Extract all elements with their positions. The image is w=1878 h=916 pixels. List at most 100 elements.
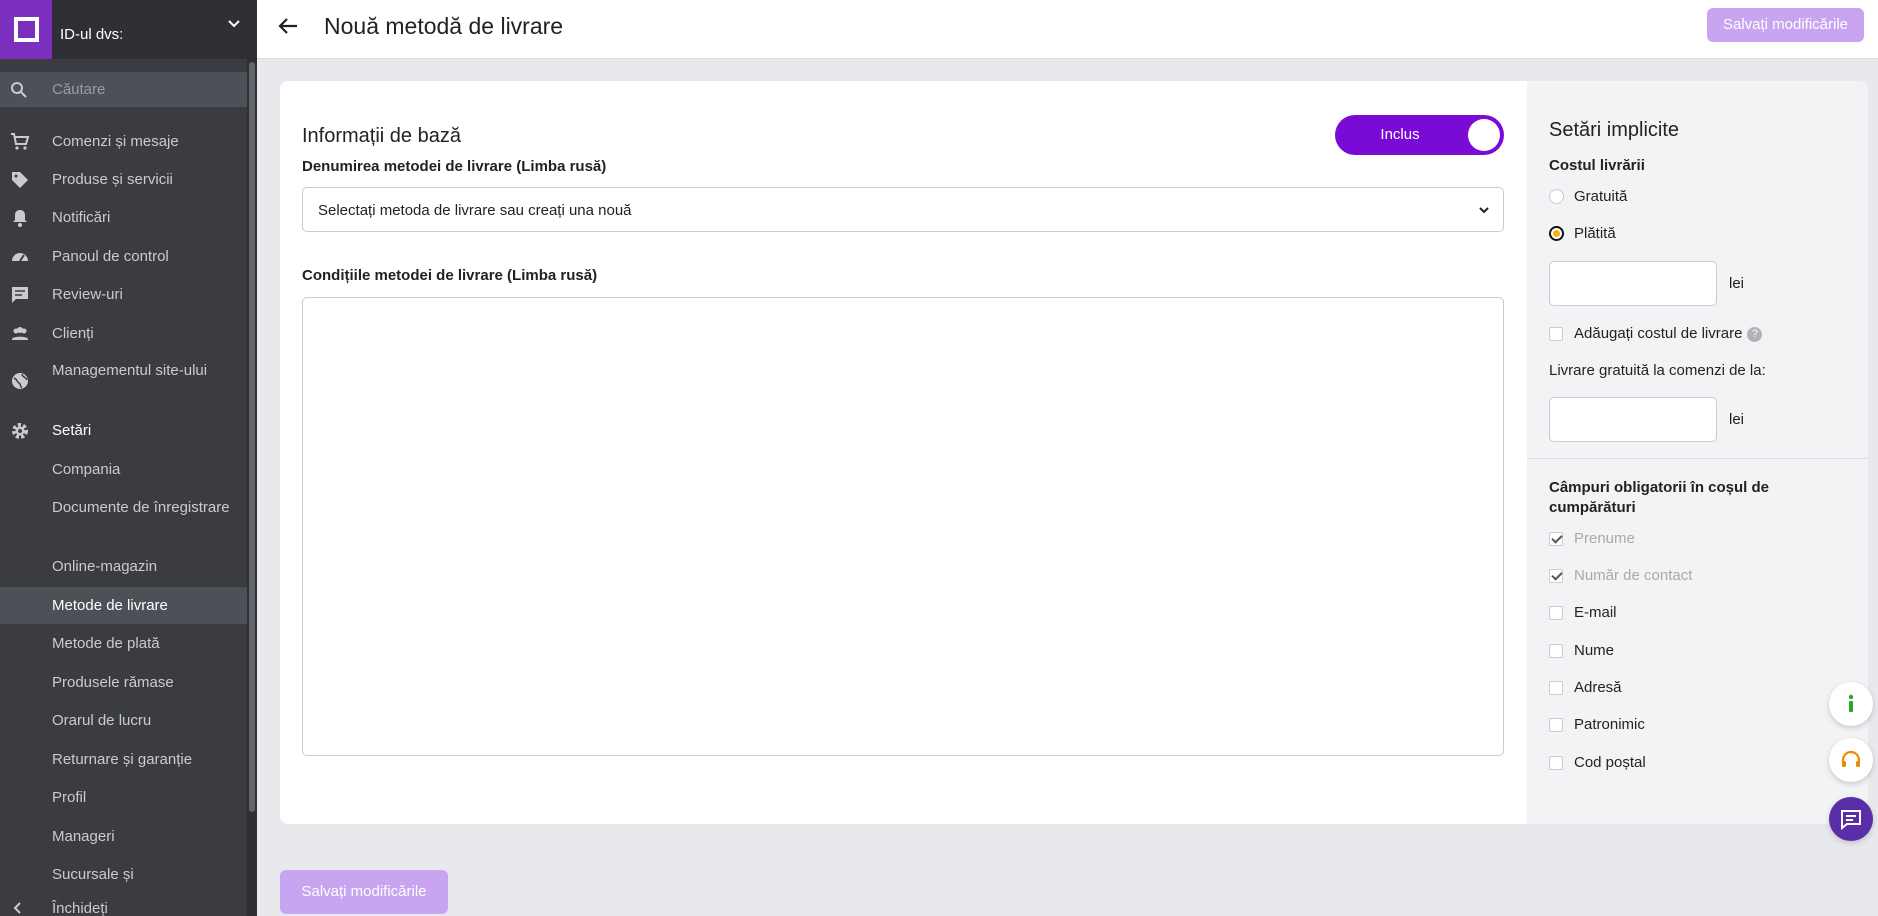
section-title: Informații de bază <box>302 125 461 147</box>
info-button[interactable] <box>1829 682 1873 726</box>
sidebar-item-clients[interactable]: Clienți <box>0 323 247 345</box>
default-settings-panel: Setări implicite Costul livrării Gratuit… <box>1527 81 1868 824</box>
sidebar-item-label: Review-uri <box>52 286 123 303</box>
delivery-method-select[interactable]: Selectați metoda de livrare sau creați u… <box>302 187 1504 232</box>
delivery-method-select-value: Selectați metoda de livrare sau creați u… <box>318 202 632 219</box>
search-icon <box>11 82 27 98</box>
divider <box>1527 458 1868 459</box>
field-label: Nume <box>1574 642 1615 659</box>
sidebar-subitem-label: Online-magazin <box>52 558 158 575</box>
logo[interactable] <box>0 0 52 59</box>
chevron-down-icon <box>1479 207 1489 214</box>
toggle-knob <box>1468 119 1500 151</box>
sidebar-search[interactable]: Căutare <box>0 72 247 107</box>
sidebar-item-label: Comenzi și mesaje <box>52 133 179 150</box>
save-button-bottom[interactable]: Salvați modificările <box>280 870 448 914</box>
sidebar-item-settings[interactable]: Setări <box>0 420 247 442</box>
page-title: Nouă metodă de livrare <box>324 13 564 39</box>
checkbox[interactable] <box>1549 718 1563 732</box>
radio-paid-label: Plătită <box>1574 225 1616 242</box>
sidebar-scroll-thumb[interactable] <box>249 62 255 812</box>
currency-label: lei <box>1729 275 1745 292</box>
sidebar-subitem-profile[interactable]: Profil <box>0 787 247 809</box>
info-icon <box>1848 694 1854 712</box>
chat-icon <box>1841 810 1861 831</box>
sidebar-item-reviews[interactable]: Review-uri <box>0 284 247 306</box>
basic-info-card: Informații de bază Inclus Denumirea meto… <box>280 81 1527 824</box>
free-delivery-label: Livrare gratuită la comenzi de la: <box>1549 362 1766 379</box>
sidebar-subitem-stock[interactable]: Produsele rămase <box>0 672 247 694</box>
support-button[interactable] <box>1829 738 1873 782</box>
sidebar-subitem-label: Orarul de lucru <box>52 712 152 729</box>
arrow-left-icon[interactable] <box>276 14 300 38</box>
sidebar-subitem-managers[interactable]: Manageri <box>0 826 247 848</box>
save-button-top[interactable]: Salvați modificările <box>1707 8 1864 42</box>
delivery-name-label: Denumirea metodei de livrare (Limba rusă… <box>302 158 607 175</box>
checkbox[interactable] <box>1549 327 1563 341</box>
sidebar-subitem-returns[interactable]: Returnare și garanție <box>0 749 247 771</box>
chat-button[interactable] <box>1829 797 1873 841</box>
sidebar-subitem-registration-docs[interactable]: Documente de înregistrare <box>0 497 247 541</box>
chevron-left-icon <box>13 902 21 914</box>
required-fields-title: Câmpuri obligatorii în coșul de cumpărăt… <box>1549 479 1770 516</box>
sidebar-subitem-label: Metode de livrare <box>52 597 168 614</box>
help-icon[interactable]: ? <box>1747 326 1763 342</box>
people-icon <box>12 327 28 340</box>
sidebar-header: ID-ul dvs: <box>0 0 257 59</box>
checkbox[interactable] <box>1549 644 1563 658</box>
checkbox[interactable] <box>1549 681 1563 695</box>
sidebar-subitem-branches[interactable]: Sucursale și <box>0 864 247 886</box>
field-label: Adresă <box>1574 679 1622 696</box>
sidebar-item-label: Produse și servicii <box>52 171 173 188</box>
bell-icon <box>13 210 27 227</box>
sidebar-item-label: Panoul de control <box>52 248 169 265</box>
logo-square-icon <box>13 17 39 42</box>
field-label: Cod poștal <box>1574 754 1646 771</box>
sidebar-item-label: Setări <box>52 422 92 439</box>
sidebar-subitem-label: Sucursale și <box>52 866 134 883</box>
conditions-textarea[interactable] <box>302 297 1504 756</box>
field-label: Patronimic <box>1574 716 1645 733</box>
sidebar-subitem-label: Produsele rămase <box>52 674 174 691</box>
radio-paid-circle[interactable] <box>1549 226 1564 241</box>
checkbox[interactable] <box>1549 606 1563 620</box>
sidebar-subitem-company[interactable]: Compania <box>0 459 247 481</box>
top-bar: Nouă metodă de livrare Salvați modificăr… <box>257 0 1878 59</box>
sidebar-subitem-label: Returnare și garanție <box>52 751 193 768</box>
search-placeholder: Căutare <box>52 81 106 98</box>
sidebar-subitem-schedule[interactable]: Orarul de lucru <box>0 710 247 732</box>
add-delivery-cost-label: Adăugați costul de livrare? <box>1574 325 1763 342</box>
sidebar-subitem-delivery-methods[interactable]: Metode de livrare <box>0 587 247 624</box>
sidebar-subitem-label: Compania <box>52 461 121 478</box>
sidebar-item-notifications[interactable]: Notificări <box>0 207 247 229</box>
gear-icon <box>12 423 28 439</box>
radio-free-label: Gratuită <box>1574 188 1628 205</box>
field-label: Număr de contact <box>1574 567 1693 584</box>
delivery-price-input[interactable] <box>1549 261 1717 306</box>
checkbox[interactable] <box>1549 756 1563 770</box>
sidebar-subitem-payment-methods[interactable]: Metode de plată <box>0 633 247 655</box>
globe-icon <box>12 373 28 389</box>
sidebar-subitem-label: Profil <box>52 789 87 806</box>
sidebar-item-label: Clienți <box>52 325 94 342</box>
sidebar-item-products[interactable]: Produse și servicii <box>0 169 247 191</box>
headset-icon <box>1841 750 1861 767</box>
conditions-label: Condițiile metodei de livrare (Limba rus… <box>302 267 598 284</box>
radio-free-circle[interactable] <box>1549 189 1564 204</box>
sidebar-close-label: Închideți <box>52 900 108 916</box>
sidebar-item-site-management[interactable]: Managementul site-ului <box>0 360 247 404</box>
enabled-toggle[interactable]: Inclus <box>1335 115 1504 155</box>
delivery-cost-label: Costul livrării <box>1549 157 1645 174</box>
sidebar-item-dashboard[interactable]: Panoul de control <box>0 246 247 268</box>
sidebar-subitem-online-store[interactable]: Online-magazin <box>0 556 247 578</box>
checkbox <box>1549 532 1563 546</box>
comment-icon <box>12 287 28 303</box>
field-label: E-mail <box>1574 604 1617 621</box>
default-settings-title: Setări implicite <box>1549 119 1680 141</box>
sidebar-close[interactable]: Închideți <box>0 896 247 916</box>
free-delivery-threshold-input[interactable] <box>1549 397 1717 442</box>
sidebar-item-orders[interactable]: Comenzi și mesaje <box>0 131 247 153</box>
currency-label: lei <box>1729 411 1745 428</box>
chevron-down-icon[interactable] <box>226 16 242 32</box>
toggle-label: Inclus <box>1380 126 1420 143</box>
